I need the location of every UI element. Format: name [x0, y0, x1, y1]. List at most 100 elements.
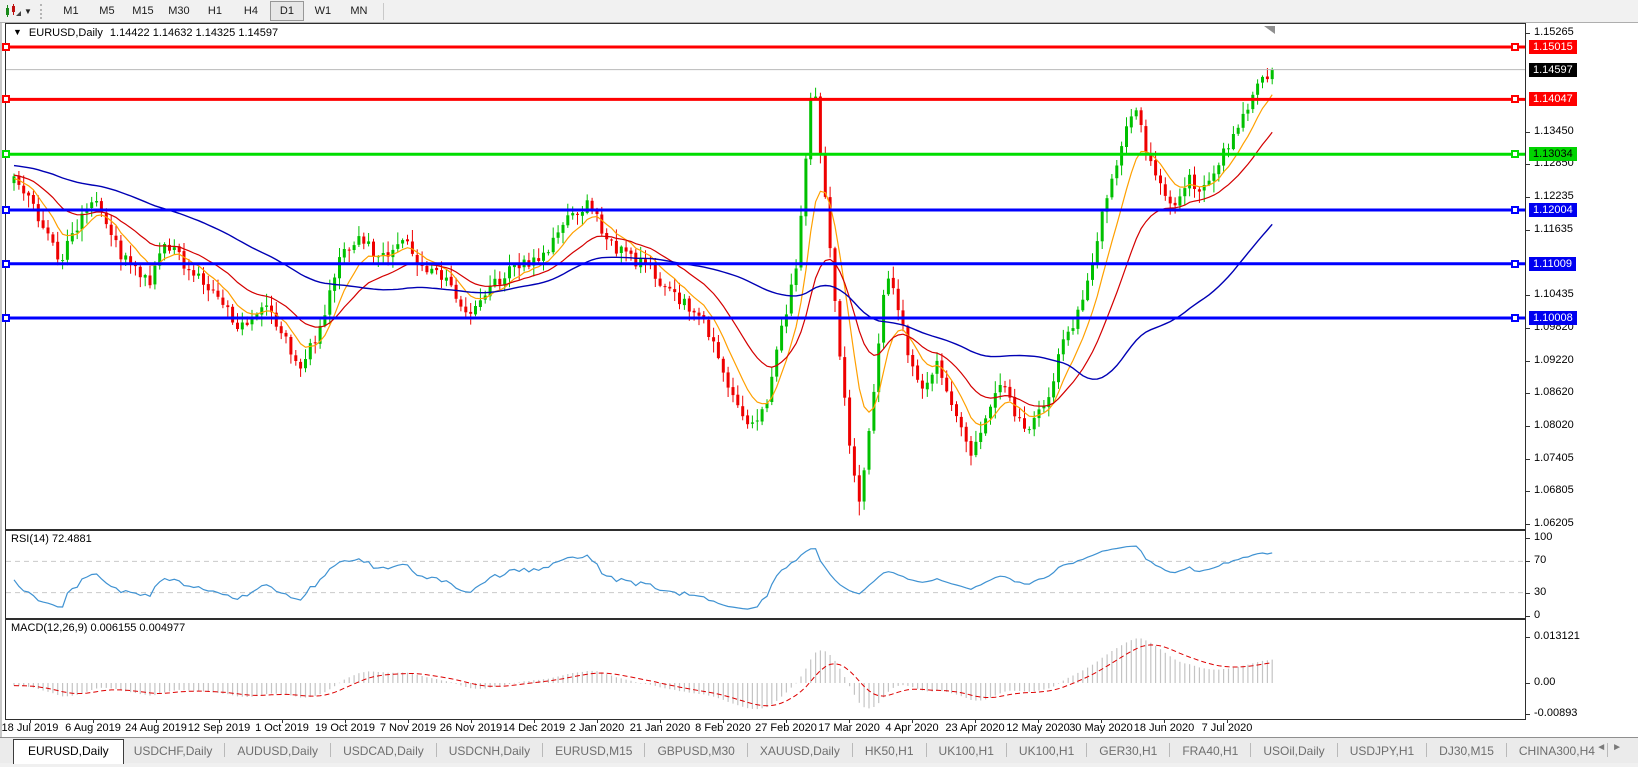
price-axis-label: 1.08620: [1534, 386, 1574, 399]
timeframe-button-h4[interactable]: H4: [234, 1, 268, 21]
price-axis-label: 1.07405: [1534, 452, 1574, 465]
price-axis-label: 1.12235: [1534, 190, 1574, 203]
axis-tick-mark: [1526, 164, 1530, 165]
chart-tab-gbpusd-m30[interactable]: GBPUSD,M30: [647, 740, 744, 763]
tab-scroll-right-icon[interactable]: ►: [1612, 742, 1628, 753]
chart-tab-uk100-h1[interactable]: UK100,H1: [1009, 740, 1084, 763]
hline-endpoint-marker[interactable]: [2, 314, 10, 322]
hline-endpoint-marker[interactable]: [1511, 260, 1519, 268]
chart-tab-audusd-daily[interactable]: AUDUSD,Daily: [227, 740, 328, 763]
chart-tab-fra40-h1[interactable]: FRA40,H1: [1172, 740, 1248, 763]
price-axis-label: 1.15265: [1534, 26, 1574, 39]
window-bottom-strip: [0, 763, 1638, 767]
tab-separator: [330, 743, 331, 757]
chart-tab-uk100-h1[interactable]: UK100,H1: [929, 740, 1004, 763]
price-axis[interactable]: 1.152651.134501.128501.122351.116351.104…: [1526, 23, 1638, 720]
axis-tick-mark: [1526, 361, 1530, 362]
chart-symbol-label: EURUSD,Daily: [29, 27, 103, 39]
chart-tab-usoil-daily[interactable]: USOil,Daily: [1253, 740, 1334, 763]
chart-tab-china300-h4[interactable]: CHINA300,H4: [1509, 740, 1605, 763]
timeframe-button-mn[interactable]: MN: [342, 1, 376, 21]
chart-tab-bar: EURUSD,DailyUSDCHF,DailyAUDUSD,DailyUSDC…: [0, 737, 1638, 763]
hline-endpoint-marker[interactable]: [1511, 314, 1519, 322]
time-axis[interactable]: 18 Jul 20196 Aug 201924 Aug 201912 Sep 2…: [5, 720, 1526, 737]
price-axis-label: 1.09220: [1534, 354, 1574, 367]
price-badge-support-line: 1.13034: [1529, 147, 1577, 161]
tab-separator: [224, 743, 225, 757]
hline-endpoint-marker[interactable]: [2, 206, 10, 214]
tab-separator: [1426, 743, 1427, 757]
price-badge-support-line: 1.11009: [1529, 257, 1576, 271]
macd-chart-canvas[interactable]: [6, 620, 1525, 719]
chart-shift-marker[interactable]: [1264, 26, 1275, 34]
chart-tab-eurusd-daily[interactable]: EURUSD,Daily: [13, 739, 124, 764]
tab-separator: [1337, 743, 1338, 757]
chart-tab-hk50-h1[interactable]: HK50,H1: [855, 740, 924, 763]
chart-menu-caret[interactable]: ▼: [13, 27, 22, 39]
axis-tick-mark: [1526, 538, 1530, 539]
hline-endpoint-marker[interactable]: [1511, 95, 1519, 103]
hline-endpoint-marker[interactable]: [2, 43, 10, 51]
chart-tab-xauusd-daily[interactable]: XAUUSD,Daily: [750, 740, 850, 763]
rsi-chart-canvas[interactable]: [6, 531, 1525, 618]
chart-type-dropdown-caret[interactable]: ▼: [24, 7, 32, 16]
time-axis-label: 7 Jul 2020: [1187, 722, 1267, 734]
tab-separator: [1086, 743, 1087, 757]
chart-tab-eurusd-m15[interactable]: EURUSD,M15: [545, 740, 642, 763]
chart-tool-icon[interactable]: [4, 3, 22, 19]
hline-endpoint-marker[interactable]: [2, 260, 10, 268]
axis-tick-mark: [1526, 328, 1530, 329]
trading-terminal-window: { "toolbar": { "tool_icon": "candlestick…: [0, 0, 1638, 767]
timeframe-button-w1[interactable]: W1: [306, 1, 340, 21]
timeframe-button-h1[interactable]: H1: [198, 1, 232, 21]
macd-indicator-pane[interactable]: [5, 619, 1526, 720]
timeframe-button-m15[interactable]: M15: [126, 1, 160, 21]
price-badge-current-price: 1.14597: [1529, 63, 1577, 77]
timeframe-button-d1[interactable]: D1: [270, 1, 304, 21]
macd-axis-label: 0.013121: [1534, 630, 1580, 643]
price-axis-label: 1.06205: [1534, 517, 1574, 530]
macd-label: MACD(12,26,9) 0.006155 0.004977: [11, 622, 185, 634]
price-badge-support-line: 1.10008: [1529, 311, 1577, 325]
axis-tick-mark: [1526, 197, 1530, 198]
tab-separator: [644, 743, 645, 757]
window-left-border: [0, 0, 2, 767]
price-badge-resistance-line: 1.15015: [1529, 40, 1577, 54]
axis-tick-mark: [1526, 714, 1530, 715]
price-axis-label: 1.11635: [1534, 223, 1573, 236]
timeframe-group: M1M5M15M30H1H4D1W1MN: [53, 1, 377, 21]
hline-endpoint-marker[interactable]: [2, 95, 10, 103]
timeframe-button-m5[interactable]: M5: [90, 1, 124, 21]
timeframe-button-m1[interactable]: M1: [54, 1, 88, 21]
toolbar-grip[interactable]: [40, 4, 46, 19]
axis-tick-mark: [1526, 295, 1530, 296]
tab-separator: [436, 743, 437, 757]
hline-endpoint-marker[interactable]: [1511, 206, 1519, 214]
chart-tab-usdcnh-daily[interactable]: USDCNH,Daily: [439, 740, 540, 763]
chart-tab-usdjpy-h1[interactable]: USDJPY,H1: [1340, 740, 1424, 763]
axis-tick-mark: [1526, 524, 1530, 525]
tab-separator: [852, 743, 853, 757]
rsi-label: RSI(14) 72.4881: [11, 533, 92, 545]
chart-tab-ger30-h1[interactable]: GER30,H1: [1089, 740, 1167, 763]
hline-endpoint-marker[interactable]: [1511, 150, 1519, 158]
timeframe-toolbar: ▼ M1M5M15M30H1H4D1W1MN: [0, 0, 1638, 23]
price-badge-resistance-line: 1.14047: [1529, 92, 1577, 106]
macd-axis-label: -0.00893: [1534, 707, 1577, 720]
axis-tick-mark: [1526, 637, 1530, 638]
tab-separator: [926, 743, 927, 757]
chart-tab-dj30-m15[interactable]: DJ30,M15: [1429, 740, 1504, 763]
hline-endpoint-marker[interactable]: [2, 150, 10, 158]
axis-tick-mark: [1526, 616, 1530, 617]
timeframe-button-m30[interactable]: M30: [162, 1, 196, 21]
rsi-indicator-pane[interactable]: [5, 530, 1526, 619]
candlestick-chart-canvas[interactable]: [6, 24, 1525, 529]
chart-tab-usdchf-daily[interactable]: USDCHF,Daily: [124, 740, 223, 763]
macd-axis-label: 0.00: [1534, 676, 1555, 689]
toolbar-separator: [383, 3, 384, 20]
price-chart-pane[interactable]: [5, 23, 1526, 530]
tab-scroll-left-icon[interactable]: ◄: [1596, 742, 1612, 753]
hline-endpoint-marker[interactable]: [1511, 43, 1519, 51]
chart-tab-usdcad-daily[interactable]: USDCAD,Daily: [333, 740, 434, 763]
axis-tick-mark: [1526, 593, 1530, 594]
